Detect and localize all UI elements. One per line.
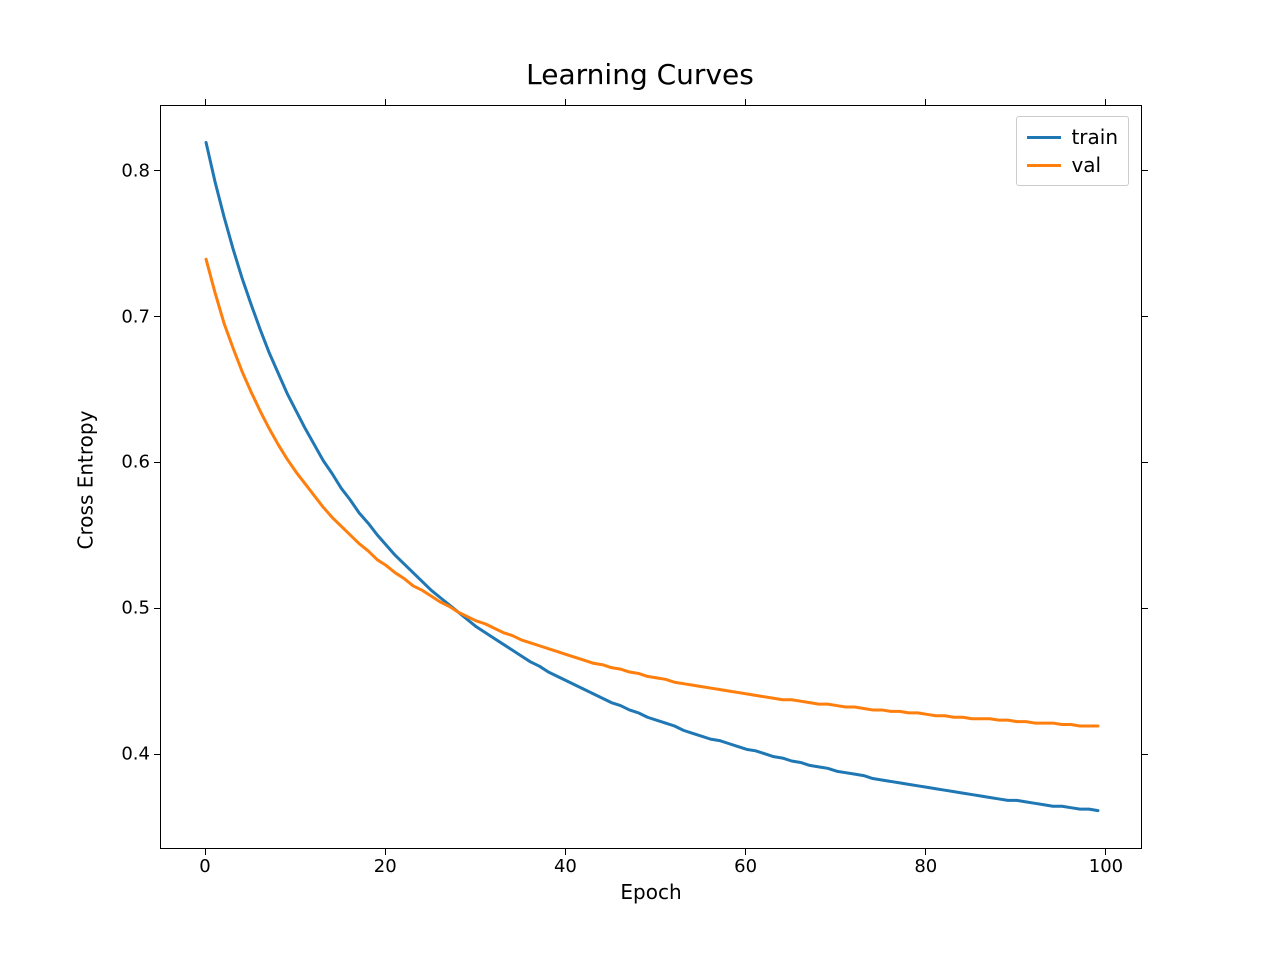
legend-label-train: train xyxy=(1071,125,1118,149)
series-line-train xyxy=(206,142,1098,810)
x-tick-mark xyxy=(1105,99,1106,105)
y-tick-mark xyxy=(154,316,160,317)
x-tick-label: 40 xyxy=(554,856,577,877)
y-tick-mark xyxy=(1142,754,1148,755)
y-axis-label: Cross Entropy xyxy=(73,411,97,550)
y-tick-mark xyxy=(1142,170,1148,171)
x-tick-mark xyxy=(565,849,566,855)
x-tick-label: 80 xyxy=(914,856,937,877)
y-tick-mark xyxy=(154,754,160,755)
y-tick-mark xyxy=(1142,608,1148,609)
y-tick-mark xyxy=(154,608,160,609)
y-tick-mark xyxy=(154,462,160,463)
legend-entry-val: val xyxy=(1027,151,1118,179)
x-tick-label: 100 xyxy=(1089,856,1123,877)
plot-svg xyxy=(161,106,1141,848)
y-tick-label: 0.4 xyxy=(120,744,150,765)
y-tick-mark xyxy=(1142,462,1148,463)
x-tick-label: 0 xyxy=(199,856,210,877)
legend: train val xyxy=(1016,116,1129,186)
x-tick-mark xyxy=(205,849,206,855)
x-tick-mark xyxy=(1105,849,1106,855)
x-tick-mark xyxy=(565,99,566,105)
x-tick-mark xyxy=(745,99,746,105)
y-tick-label: 0.5 xyxy=(120,598,150,619)
x-tick-mark xyxy=(745,849,746,855)
x-tick-mark xyxy=(385,849,386,855)
legend-swatch-val xyxy=(1027,164,1061,167)
y-tick-mark xyxy=(1142,316,1148,317)
plot-area: train val xyxy=(160,105,1142,849)
legend-entry-train: train xyxy=(1027,123,1118,151)
x-axis-label: Epoch xyxy=(160,880,1142,904)
legend-swatch-train xyxy=(1027,136,1061,139)
figure: Learning Curves Cross Entropy Epoch trai… xyxy=(0,0,1280,960)
x-tick-label: 20 xyxy=(374,856,397,877)
x-tick-mark xyxy=(385,99,386,105)
chart-title: Learning Curves xyxy=(0,58,1280,91)
x-tick-mark xyxy=(205,99,206,105)
series-line-val xyxy=(206,259,1098,726)
y-tick-label: 0.7 xyxy=(120,306,150,327)
x-tick-label: 60 xyxy=(734,856,757,877)
x-tick-mark xyxy=(925,849,926,855)
x-tick-mark xyxy=(925,99,926,105)
y-axis-label-container: Cross Entropy xyxy=(70,0,100,960)
y-tick-label: 0.6 xyxy=(120,452,150,473)
y-tick-label: 0.8 xyxy=(120,160,150,181)
y-tick-mark xyxy=(154,170,160,171)
legend-label-val: val xyxy=(1071,153,1101,177)
